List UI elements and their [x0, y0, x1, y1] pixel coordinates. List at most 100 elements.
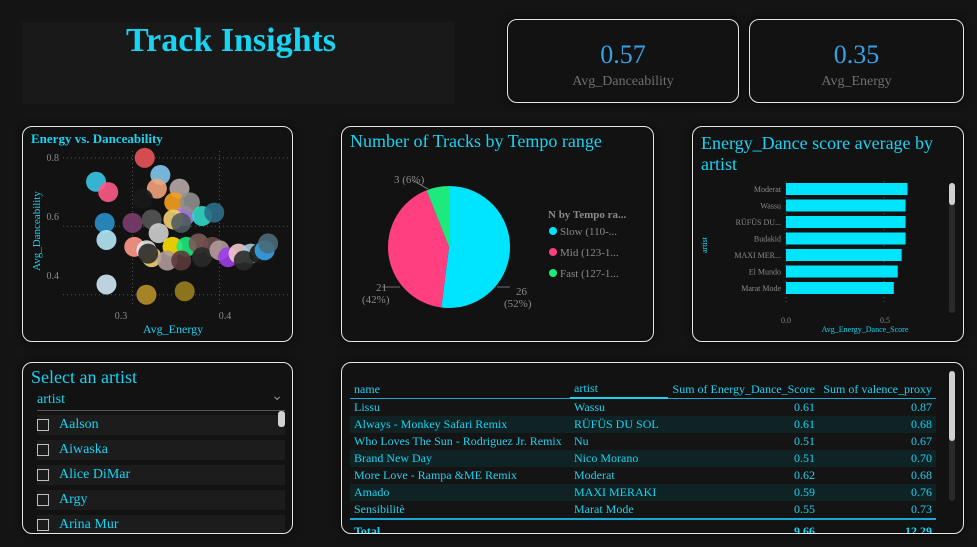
- scatter-points: [86, 147, 279, 305]
- table-total-row: Total 9.66 12.29: [350, 518, 936, 533]
- table-scrollbar[interactable]: [949, 371, 955, 501]
- total-energy-dance: 9.66: [668, 518, 819, 533]
- category-label: El Mundo: [749, 268, 781, 277]
- y-tick-label: 0.4: [47, 271, 60, 282]
- artist-slicer-card[interactable]: Select an artist artist ⌄ Aalson Aiwaska…: [22, 362, 293, 534]
- scrollbar-thumb[interactable]: [949, 371, 955, 441]
- slicer-item[interactable]: Aalson: [37, 415, 285, 435]
- scatter-chart: 0.8 0.6 0.4 0.3 0.4 Avg_Energy Avg_Dance…: [31, 147, 289, 336]
- scatter-point[interactable]: [171, 250, 192, 271]
- kpi-label: Avg_Energy: [821, 74, 892, 89]
- slicer-item[interactable]: Alice DiMar: [37, 465, 285, 485]
- scatter-point[interactable]: [96, 274, 117, 295]
- table-row[interactable]: More Love - Rampa &ME Remix Moderat 0.62 0.…: [350, 467, 936, 484]
- bar[interactable]: [786, 216, 906, 228]
- slicer-item-label: Arina Mur: [59, 517, 119, 532]
- slicer-item-label: Aiwaska: [59, 442, 108, 457]
- cell-valence: 0.76: [818, 484, 936, 501]
- cell-valence: 0.68: [818, 467, 936, 484]
- column-header-artist[interactable]: artist: [570, 369, 668, 399]
- table-row[interactable]: Brand New Day Nico Morano 0.51 0.70: [350, 450, 936, 467]
- cell-valence: 0.67: [818, 433, 936, 450]
- scatter-point[interactable]: [134, 147, 155, 168]
- bar[interactable]: [786, 265, 898, 278]
- cell-artist: Moderat: [570, 467, 668, 484]
- table-row[interactable]: Sensibilitè Marat Mode 0.55 0.73: [350, 501, 936, 519]
- cell-name: Sensibilitè: [350, 501, 570, 519]
- legend-item-fast[interactable]: Fast (127-1...: [560, 268, 619, 280]
- cell-artist: Wassu: [570, 398, 668, 416]
- kpi-value: 0.57: [600, 40, 646, 69]
- bar[interactable]: [786, 249, 902, 261]
- table-row[interactable]: Lissu Wassu 0.61 0.87: [350, 398, 936, 416]
- cell-name: More Love - Rampa &ME Remix: [350, 467, 570, 484]
- scatter-chart-card[interactable]: Energy vs. Danceability 0.8 0.6 0.4 0.3 …: [22, 126, 293, 342]
- cell-energy-dance: 0.62: [668, 467, 819, 484]
- checkbox[interactable]: [37, 444, 49, 456]
- column-header-energy-dance[interactable]: Sum of Energy_Dance_Score: [668, 369, 819, 399]
- cell-artist: RÜFÜS DU SOL: [570, 416, 668, 433]
- kpi-value: 0.35: [833, 40, 880, 69]
- kpi-card-energy[interactable]: 0.35 Avg_Energy: [749, 19, 964, 103]
- category-label: Moderat: [754, 185, 782, 194]
- scatter-point[interactable]: [122, 212, 143, 233]
- bar[interactable]: [786, 199, 906, 212]
- scrollbar-thumb[interactable]: [278, 411, 285, 427]
- cell-artist: Marat Mode: [570, 501, 668, 519]
- x-tick-label: 0.0: [781, 316, 791, 325]
- slicer-scrollbar[interactable]: [278, 411, 285, 531]
- category-label: Budakid: [754, 235, 781, 244]
- slicer-item-label: Argy: [59, 492, 88, 507]
- scatter-point[interactable]: [136, 284, 157, 305]
- scatter-point[interactable]: [96, 229, 117, 250]
- total-valence: 12.29: [818, 518, 936, 533]
- scatter-point[interactable]: [94, 212, 115, 233]
- scatter-point[interactable]: [98, 182, 119, 203]
- scatter-point[interactable]: [138, 243, 159, 264]
- slicer-item[interactable]: Aiwaska: [37, 440, 285, 460]
- category-label: MAXI MER...: [734, 251, 781, 260]
- pie-label-fast: 3 (6%): [394, 174, 425, 186]
- scrollbar-thumb[interactable]: [949, 183, 955, 205]
- cell-energy-dance: 0.61: [668, 398, 819, 416]
- chevron-down-icon[interactable]: ⌄: [271, 388, 283, 405]
- slicer-item-label: Aalson: [59, 417, 99, 432]
- slicer-item[interactable]: Argy: [37, 490, 285, 510]
- column-header-name[interactable]: name: [350, 369, 570, 399]
- checkbox[interactable]: [37, 494, 49, 506]
- legend-item-slow[interactable]: Slow (110-...: [560, 226, 617, 238]
- bar[interactable]: [786, 232, 906, 245]
- bar-chart-card[interactable]: Energy_Dance score average by artist Mod…: [692, 126, 964, 342]
- scatter-point[interactable]: [204, 202, 225, 223]
- bar[interactable]: [786, 282, 894, 294]
- pie-label-mid-count: 21: [376, 282, 387, 294]
- table-row[interactable]: Always - Monkey Safari Remix RÜFÜS DU SOL…: [350, 416, 936, 433]
- pie-slice[interactable]: [441, 186, 510, 308]
- pie-label-slow-pct: (52%): [504, 298, 532, 310]
- category-label: Wassu: [760, 202, 781, 211]
- legend-item-mid[interactable]: Mid (123-1...: [560, 247, 619, 259]
- cell-valence: 0.87: [818, 398, 936, 416]
- table-row[interactable]: Who Loves The Sun - Rodriguez Jr. Remix N…: [350, 433, 936, 450]
- bar-chart-scrollbar[interactable]: [949, 183, 955, 313]
- scatter-point[interactable]: [192, 247, 213, 268]
- pie-chart-card[interactable]: Number of Tracks by Tempo range 26 (52%)…: [341, 126, 654, 342]
- legend-swatch-fast: [549, 269, 557, 277]
- kpi-card-danceability[interactable]: 0.57 Avg_Danceability: [507, 19, 739, 103]
- scatter-point[interactable]: [174, 281, 195, 302]
- cell-name: Who Loves The Sun - Rodriguez Jr. Remix: [350, 433, 570, 450]
- scatter-point[interactable]: [132, 188, 153, 209]
- table-row[interactable]: Amado MAXI MERAKI 0.59 0.76: [350, 484, 936, 501]
- slicer-item[interactable]: Arina Mur: [37, 515, 285, 533]
- tracks-table-card[interactable]: name artist Sum of Energy_Dance_Score Su…: [341, 362, 964, 534]
- slicer-field-dropdown[interactable]: artist ⌄: [37, 388, 285, 411]
- checkbox[interactable]: [37, 519, 49, 531]
- bar-category-labels: Moderat Wassu RÜFÜS DU... Budakid MAXI MER..…: [734, 185, 781, 293]
- total-label: Total: [350, 518, 570, 533]
- scatter-point[interactable]: [258, 233, 279, 254]
- checkbox[interactable]: [37, 419, 49, 431]
- bar[interactable]: [786, 183, 908, 195]
- column-header-valence[interactable]: Sum of valence_proxy: [818, 369, 936, 399]
- scatter-point[interactable]: [171, 212, 192, 233]
- checkbox[interactable]: [37, 469, 49, 481]
